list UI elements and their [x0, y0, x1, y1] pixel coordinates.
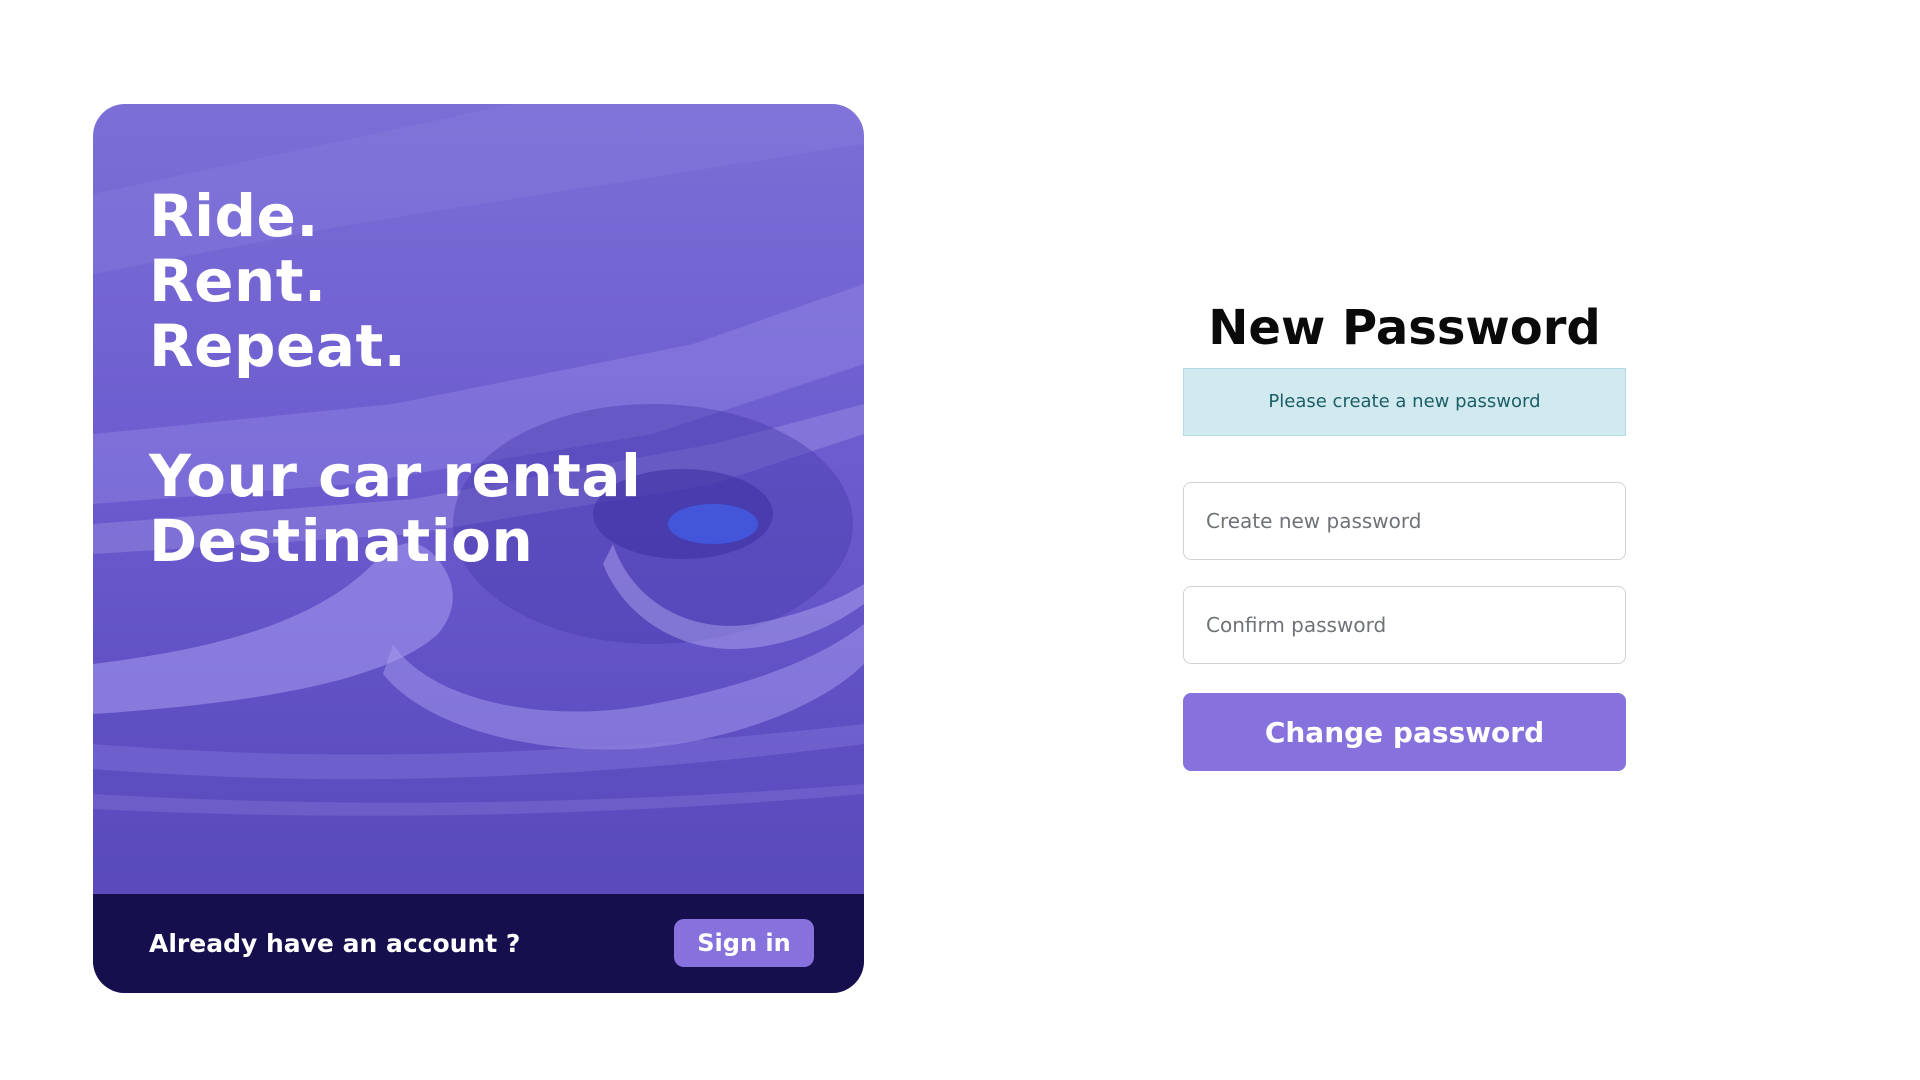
hero-line-car-rental: Your car rental: [149, 442, 642, 510]
hero-line-ride: Ride.: [149, 182, 319, 250]
sign-in-button[interactable]: Sign in: [674, 919, 814, 967]
hero-tagline: Ride. Rent. Repeat. Your car rental Dest…: [149, 184, 641, 574]
confirm-password-input[interactable]: [1183, 586, 1626, 664]
new-password-form: New Password Please create a new passwor…: [1183, 290, 1626, 771]
page-title: New Password: [1208, 300, 1601, 356]
info-banner: Please create a new password: [1183, 368, 1626, 436]
new-password-input[interactable]: [1183, 482, 1626, 560]
hero-line-repeat: Repeat.: [149, 312, 407, 380]
already-have-account-text: Already have an account ?: [149, 929, 521, 958]
hero-footer: Already have an account ? Sign in: [93, 894, 864, 993]
change-password-button[interactable]: Change password: [1183, 693, 1626, 771]
hero-spacer: [149, 379, 641, 444]
hero-line-destination: Destination: [149, 507, 534, 575]
hero-card: Ride. Rent. Repeat. Your car rental Dest…: [93, 104, 864, 993]
page: Ride. Rent. Repeat. Your car rental Dest…: [0, 0, 1920, 1080]
hero-line-rent: Rent.: [149, 247, 327, 315]
